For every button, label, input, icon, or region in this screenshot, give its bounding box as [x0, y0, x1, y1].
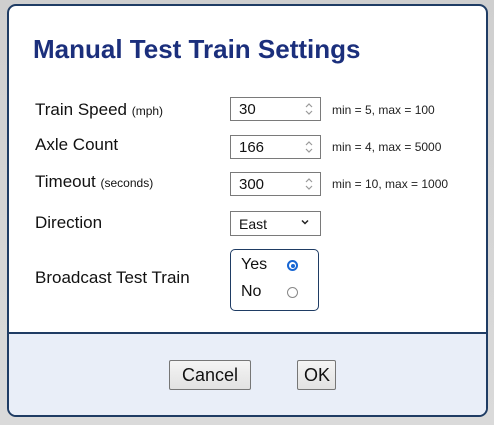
direction-label: Direction	[35, 213, 102, 233]
cancel-button[interactable]: Cancel	[169, 360, 251, 390]
timeout-value[interactable]: 300	[239, 176, 264, 193]
timeout-unit: (seconds)	[100, 176, 154, 190]
dialog-footer: Cancel OK	[9, 332, 486, 415]
dialog-title: Manual Test Train Settings	[33, 34, 361, 64]
stepper-arrows-icon[interactable]	[302, 100, 316, 118]
train-speed-hint: min = 5, max = 100	[332, 103, 435, 117]
timeout-stepper[interactable]: 300	[230, 172, 321, 196]
broadcast-radio-group: Yes No	[230, 249, 319, 311]
broadcast-no-option[interactable]: No	[241, 283, 298, 301]
stepper-arrows-icon[interactable]	[302, 175, 316, 193]
broadcast-label-text: Broadcast Test Train	[35, 268, 190, 287]
axle-count-hint: min = 4, max = 5000	[332, 140, 442, 154]
direction-select[interactable]: East	[230, 211, 321, 236]
direction-label-text: Direction	[35, 213, 103, 232]
broadcast-yes-radio[interactable]	[287, 260, 298, 271]
axle-count-value[interactable]: 166	[239, 139, 264, 156]
manual-test-train-dialog: Manual Test Train Settings Train Speed (…	[7, 4, 488, 417]
broadcast-yes-label[interactable]: Yes	[241, 256, 267, 273]
broadcast-no-label[interactable]: No	[241, 283, 261, 300]
ok-button[interactable]: OK	[297, 360, 336, 390]
chevron-down-icon[interactable]	[300, 217, 310, 227]
broadcast-label: Broadcast Test Train	[35, 268, 190, 288]
timeout-label: Timeout (seconds)	[35, 172, 153, 192]
train-speed-label-text: Train Speed	[35, 100, 127, 119]
axle-count-label: Axle Count	[35, 135, 118, 155]
train-speed-unit: (mph)	[131, 104, 164, 118]
direction-selected-value[interactable]: East	[239, 216, 267, 232]
train-speed-value[interactable]: 30	[239, 101, 256, 118]
axle-count-label-text: Axle Count	[35, 135, 119, 154]
broadcast-no-radio[interactable]	[287, 287, 298, 298]
broadcast-yes-option[interactable]: Yes	[241, 256, 298, 274]
timeout-hint: min = 10, max = 1000	[332, 177, 449, 191]
axle-count-stepper[interactable]: 166	[230, 135, 321, 159]
timeout-label-text: Timeout	[35, 172, 96, 191]
stepper-arrows-icon[interactable]	[302, 138, 316, 156]
train-speed-label: Train Speed (mph)	[35, 100, 163, 120]
train-speed-stepper[interactable]: 30	[230, 97, 321, 121]
